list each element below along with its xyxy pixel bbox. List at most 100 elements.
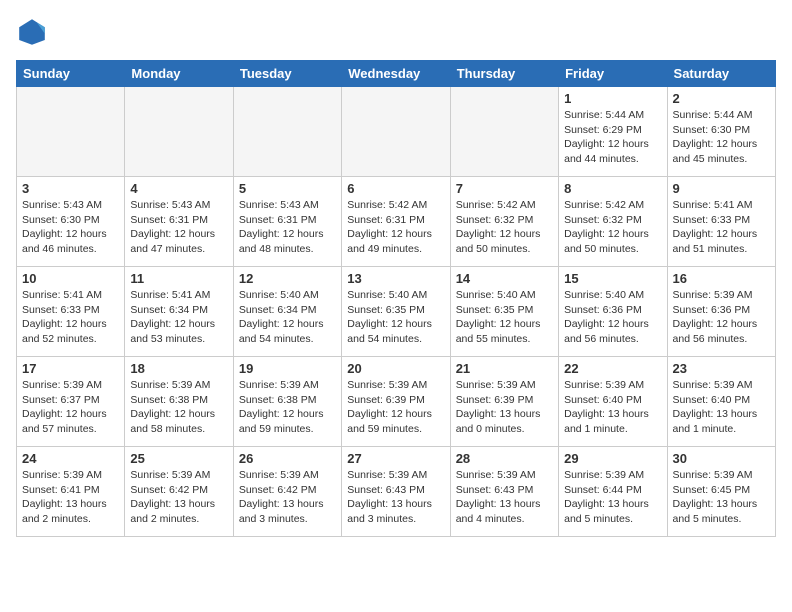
calendar-cell: 23 Sunrise: 5:39 AM Sunset: 6:40 PM Dayli… xyxy=(667,357,775,447)
day-number: 30 xyxy=(673,451,770,466)
calendar-cell: 22 Sunrise: 5:39 AM Sunset: 6:40 PM Dayli… xyxy=(559,357,667,447)
day-info: Sunrise: 5:39 AM Sunset: 6:42 PM Dayligh… xyxy=(239,468,336,527)
calendar-cell xyxy=(450,87,558,177)
calendar-week-row: 3 Sunrise: 5:43 AM Sunset: 6:30 PM Daylig… xyxy=(17,177,776,267)
day-number: 19 xyxy=(239,361,336,376)
day-number: 16 xyxy=(673,271,770,286)
day-number: 23 xyxy=(673,361,770,376)
page-header xyxy=(16,16,776,48)
day-number: 17 xyxy=(22,361,119,376)
day-info: Sunrise: 5:39 AM Sunset: 6:44 PM Dayligh… xyxy=(564,468,661,527)
calendar-cell: 1 Sunrise: 5:44 AM Sunset: 6:29 PM Daylig… xyxy=(559,87,667,177)
day-info: Sunrise: 5:41 AM Sunset: 6:33 PM Dayligh… xyxy=(22,288,119,347)
day-info: Sunrise: 5:39 AM Sunset: 6:43 PM Dayligh… xyxy=(347,468,444,527)
day-number: 8 xyxy=(564,181,661,196)
day-number: 12 xyxy=(239,271,336,286)
day-info: Sunrise: 5:41 AM Sunset: 6:34 PM Dayligh… xyxy=(130,288,227,347)
day-info: Sunrise: 5:39 AM Sunset: 6:40 PM Dayligh… xyxy=(564,378,661,437)
day-info: Sunrise: 5:39 AM Sunset: 6:43 PM Dayligh… xyxy=(456,468,553,527)
day-info: Sunrise: 5:40 AM Sunset: 6:36 PM Dayligh… xyxy=(564,288,661,347)
calendar-cell: 26 Sunrise: 5:39 AM Sunset: 6:42 PM Dayli… xyxy=(233,447,341,537)
calendar-cell: 2 Sunrise: 5:44 AM Sunset: 6:30 PM Daylig… xyxy=(667,87,775,177)
day-info: Sunrise: 5:39 AM Sunset: 6:41 PM Dayligh… xyxy=(22,468,119,527)
logo-icon xyxy=(16,16,48,48)
calendar-cell xyxy=(342,87,450,177)
calendar-cell: 15 Sunrise: 5:40 AM Sunset: 6:36 PM Dayli… xyxy=(559,267,667,357)
day-info: Sunrise: 5:43 AM Sunset: 6:31 PM Dayligh… xyxy=(130,198,227,257)
calendar-week-row: 17Sunrise: 5:39 AM Sunset: 6:37 PM Dayli… xyxy=(17,357,776,447)
day-info: Sunrise: 5:39 AM Sunset: 6:36 PM Dayligh… xyxy=(673,288,770,347)
calendar-cell: 18 Sunrise: 5:39 AM Sunset: 6:38 PM Dayli… xyxy=(125,357,233,447)
calendar-cell: 19Sunrise: 5:39 AM Sunset: 6:38 PM Dayli… xyxy=(233,357,341,447)
calendar-cell: 17Sunrise: 5:39 AM Sunset: 6:37 PM Dayli… xyxy=(17,357,125,447)
weekday-header-row: SundayMondayTuesdayWednesdayThursdayFrid… xyxy=(17,61,776,87)
day-number: 7 xyxy=(456,181,553,196)
day-number: 11 xyxy=(130,271,227,286)
calendar-cell: 14Sunrise: 5:40 AM Sunset: 6:35 PM Dayli… xyxy=(450,267,558,357)
day-number: 10 xyxy=(22,271,119,286)
day-number: 27 xyxy=(347,451,444,466)
calendar-cell xyxy=(125,87,233,177)
day-info: Sunrise: 5:44 AM Sunset: 6:29 PM Dayligh… xyxy=(564,108,661,167)
day-number: 18 xyxy=(130,361,227,376)
weekday-header-monday: Monday xyxy=(125,61,233,87)
day-info: Sunrise: 5:39 AM Sunset: 6:40 PM Dayligh… xyxy=(673,378,770,437)
day-info: Sunrise: 5:41 AM Sunset: 6:33 PM Dayligh… xyxy=(673,198,770,257)
calendar-cell: 29 Sunrise: 5:39 AM Sunset: 6:44 PM Dayli… xyxy=(559,447,667,537)
calendar-week-row: 24 Sunrise: 5:39 AM Sunset: 6:41 PM Dayli… xyxy=(17,447,776,537)
day-info: Sunrise: 5:44 AM Sunset: 6:30 PM Dayligh… xyxy=(673,108,770,167)
weekday-header-saturday: Saturday xyxy=(667,61,775,87)
calendar-cell: 13 Sunrise: 5:40 AM Sunset: 6:35 PM Dayli… xyxy=(342,267,450,357)
day-number: 28 xyxy=(456,451,553,466)
calendar-cell: 6Sunrise: 5:42 AM Sunset: 6:31 PM Daylig… xyxy=(342,177,450,267)
day-info: Sunrise: 5:39 AM Sunset: 6:38 PM Dayligh… xyxy=(130,378,227,437)
day-info: Sunrise: 5:42 AM Sunset: 6:32 PM Dayligh… xyxy=(456,198,553,257)
day-number: 15 xyxy=(564,271,661,286)
calendar-cell: 28 Sunrise: 5:39 AM Sunset: 6:43 PM Dayli… xyxy=(450,447,558,537)
calendar-cell xyxy=(17,87,125,177)
calendar-cell: 11 Sunrise: 5:41 AM Sunset: 6:34 PM Dayli… xyxy=(125,267,233,357)
day-number: 13 xyxy=(347,271,444,286)
logo xyxy=(16,16,52,48)
calendar-cell: 7 Sunrise: 5:42 AM Sunset: 6:32 PM Daylig… xyxy=(450,177,558,267)
day-number: 1 xyxy=(564,91,661,106)
day-info: Sunrise: 5:43 AM Sunset: 6:31 PM Dayligh… xyxy=(239,198,336,257)
calendar-cell: 20 Sunrise: 5:39 AM Sunset: 6:39 PM Dayli… xyxy=(342,357,450,447)
day-info: Sunrise: 5:39 AM Sunset: 6:39 PM Dayligh… xyxy=(347,378,444,437)
calendar-week-row: 1 Sunrise: 5:44 AM Sunset: 6:29 PM Daylig… xyxy=(17,87,776,177)
weekday-header-thursday: Thursday xyxy=(450,61,558,87)
day-info: Sunrise: 5:40 AM Sunset: 6:35 PM Dayligh… xyxy=(347,288,444,347)
day-number: 3 xyxy=(22,181,119,196)
calendar-cell xyxy=(233,87,341,177)
day-number: 4 xyxy=(130,181,227,196)
day-number: 26 xyxy=(239,451,336,466)
calendar-cell: 8 Sunrise: 5:42 AM Sunset: 6:32 PM Daylig… xyxy=(559,177,667,267)
calendar-cell: 27 Sunrise: 5:39 AM Sunset: 6:43 PM Dayli… xyxy=(342,447,450,537)
day-number: 20 xyxy=(347,361,444,376)
day-number: 25 xyxy=(130,451,227,466)
day-number: 22 xyxy=(564,361,661,376)
calendar-cell: 10 Sunrise: 5:41 AM Sunset: 6:33 PM Dayli… xyxy=(17,267,125,357)
day-info: Sunrise: 5:42 AM Sunset: 6:32 PM Dayligh… xyxy=(564,198,661,257)
calendar-cell: 3 Sunrise: 5:43 AM Sunset: 6:30 PM Daylig… xyxy=(17,177,125,267)
day-info: Sunrise: 5:39 AM Sunset: 6:42 PM Dayligh… xyxy=(130,468,227,527)
day-info: Sunrise: 5:39 AM Sunset: 6:45 PM Dayligh… xyxy=(673,468,770,527)
day-number: 5 xyxy=(239,181,336,196)
calendar-week-row: 10 Sunrise: 5:41 AM Sunset: 6:33 PM Dayli… xyxy=(17,267,776,357)
calendar-cell: 30 Sunrise: 5:39 AM Sunset: 6:45 PM Dayli… xyxy=(667,447,775,537)
day-number: 2 xyxy=(673,91,770,106)
day-number: 9 xyxy=(673,181,770,196)
calendar-cell: 21Sunrise: 5:39 AM Sunset: 6:39 PM Dayli… xyxy=(450,357,558,447)
day-number: 24 xyxy=(22,451,119,466)
calendar-cell: 4 Sunrise: 5:43 AM Sunset: 6:31 PM Daylig… xyxy=(125,177,233,267)
weekday-header-tuesday: Tuesday xyxy=(233,61,341,87)
day-info: Sunrise: 5:40 AM Sunset: 6:35 PM Dayligh… xyxy=(456,288,553,347)
weekday-header-wednesday: Wednesday xyxy=(342,61,450,87)
day-info: Sunrise: 5:42 AM Sunset: 6:31 PM Dayligh… xyxy=(347,198,444,257)
calendar-cell: 24 Sunrise: 5:39 AM Sunset: 6:41 PM Dayli… xyxy=(17,447,125,537)
day-number: 29 xyxy=(564,451,661,466)
day-info: Sunrise: 5:40 AM Sunset: 6:34 PM Dayligh… xyxy=(239,288,336,347)
calendar-table: SundayMondayTuesdayWednesdayThursdayFrid… xyxy=(16,60,776,537)
weekday-header-sunday: Sunday xyxy=(17,61,125,87)
day-info: Sunrise: 5:43 AM Sunset: 6:30 PM Dayligh… xyxy=(22,198,119,257)
